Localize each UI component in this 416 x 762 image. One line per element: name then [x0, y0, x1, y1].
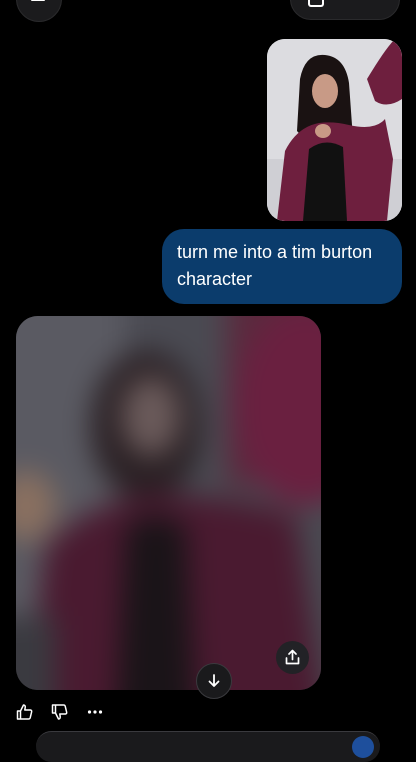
blurred-preview — [16, 316, 321, 690]
generated-image-placeholder[interactable] — [16, 316, 321, 690]
compose-icon — [308, 0, 324, 7]
menu-button[interactable] — [16, 0, 62, 22]
user-message-text: turn me into a tim burton character — [177, 242, 373, 289]
scroll-to-bottom-button[interactable] — [196, 663, 232, 699]
like-button[interactable] — [14, 701, 36, 723]
arrow-down-icon — [208, 674, 220, 687]
message-composer[interactable] — [36, 731, 380, 762]
thumbs-up-icon — [16, 704, 33, 720]
share-button[interactable] — [276, 641, 309, 674]
user-message-bubble: turn me into a tim burton character — [162, 229, 402, 304]
message-actions — [14, 701, 106, 723]
more-icon — [87, 710, 103, 714]
user-uploaded-photo[interactable] — [267, 39, 402, 221]
menu-icon — [31, 0, 45, 1]
dislike-button[interactable] — [49, 701, 71, 723]
send-icon[interactable] — [352, 736, 374, 758]
share-icon — [285, 649, 300, 665]
top-right-actions[interactable] — [290, 0, 400, 20]
thumbs-down-icon — [51, 704, 68, 720]
more-button[interactable] — [84, 701, 106, 723]
